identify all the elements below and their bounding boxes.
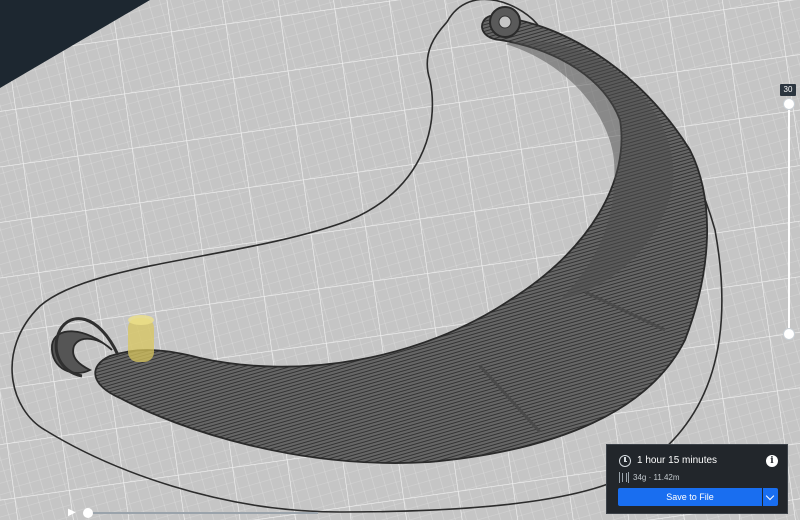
play-icon: ▶ xyxy=(68,507,76,518)
path-slider-track[interactable] xyxy=(90,512,318,514)
print-time: 1 hour 15 minutes xyxy=(637,455,718,466)
material-usage: 34g · 11.42m xyxy=(633,473,680,482)
save-options-dropdown[interactable] xyxy=(763,488,778,506)
spool-icon xyxy=(619,472,629,483)
play-button[interactable]: ▶ xyxy=(68,507,82,519)
nozzle-indicator xyxy=(128,315,154,362)
save-to-file-button[interactable]: Save to File xyxy=(618,488,762,506)
layer-number-label: 30 xyxy=(780,84,796,96)
info-icon[interactable]: i xyxy=(766,455,778,467)
layer-slider[interactable]: 30 xyxy=(778,84,800,340)
build-plate-viewport[interactable] xyxy=(0,0,800,520)
layer-slider-top-handle[interactable] xyxy=(783,98,795,110)
path-playback-bar: ▶ xyxy=(68,506,320,520)
print-info-panel: 1 hour 15 minutes i 34g · 11.42m Save to… xyxy=(606,444,788,514)
path-slider-handle[interactable] xyxy=(83,508,93,518)
clock-icon xyxy=(619,455,631,467)
layer-slider-track[interactable] xyxy=(788,102,790,334)
layer-slider-bottom-handle[interactable] xyxy=(783,328,795,340)
